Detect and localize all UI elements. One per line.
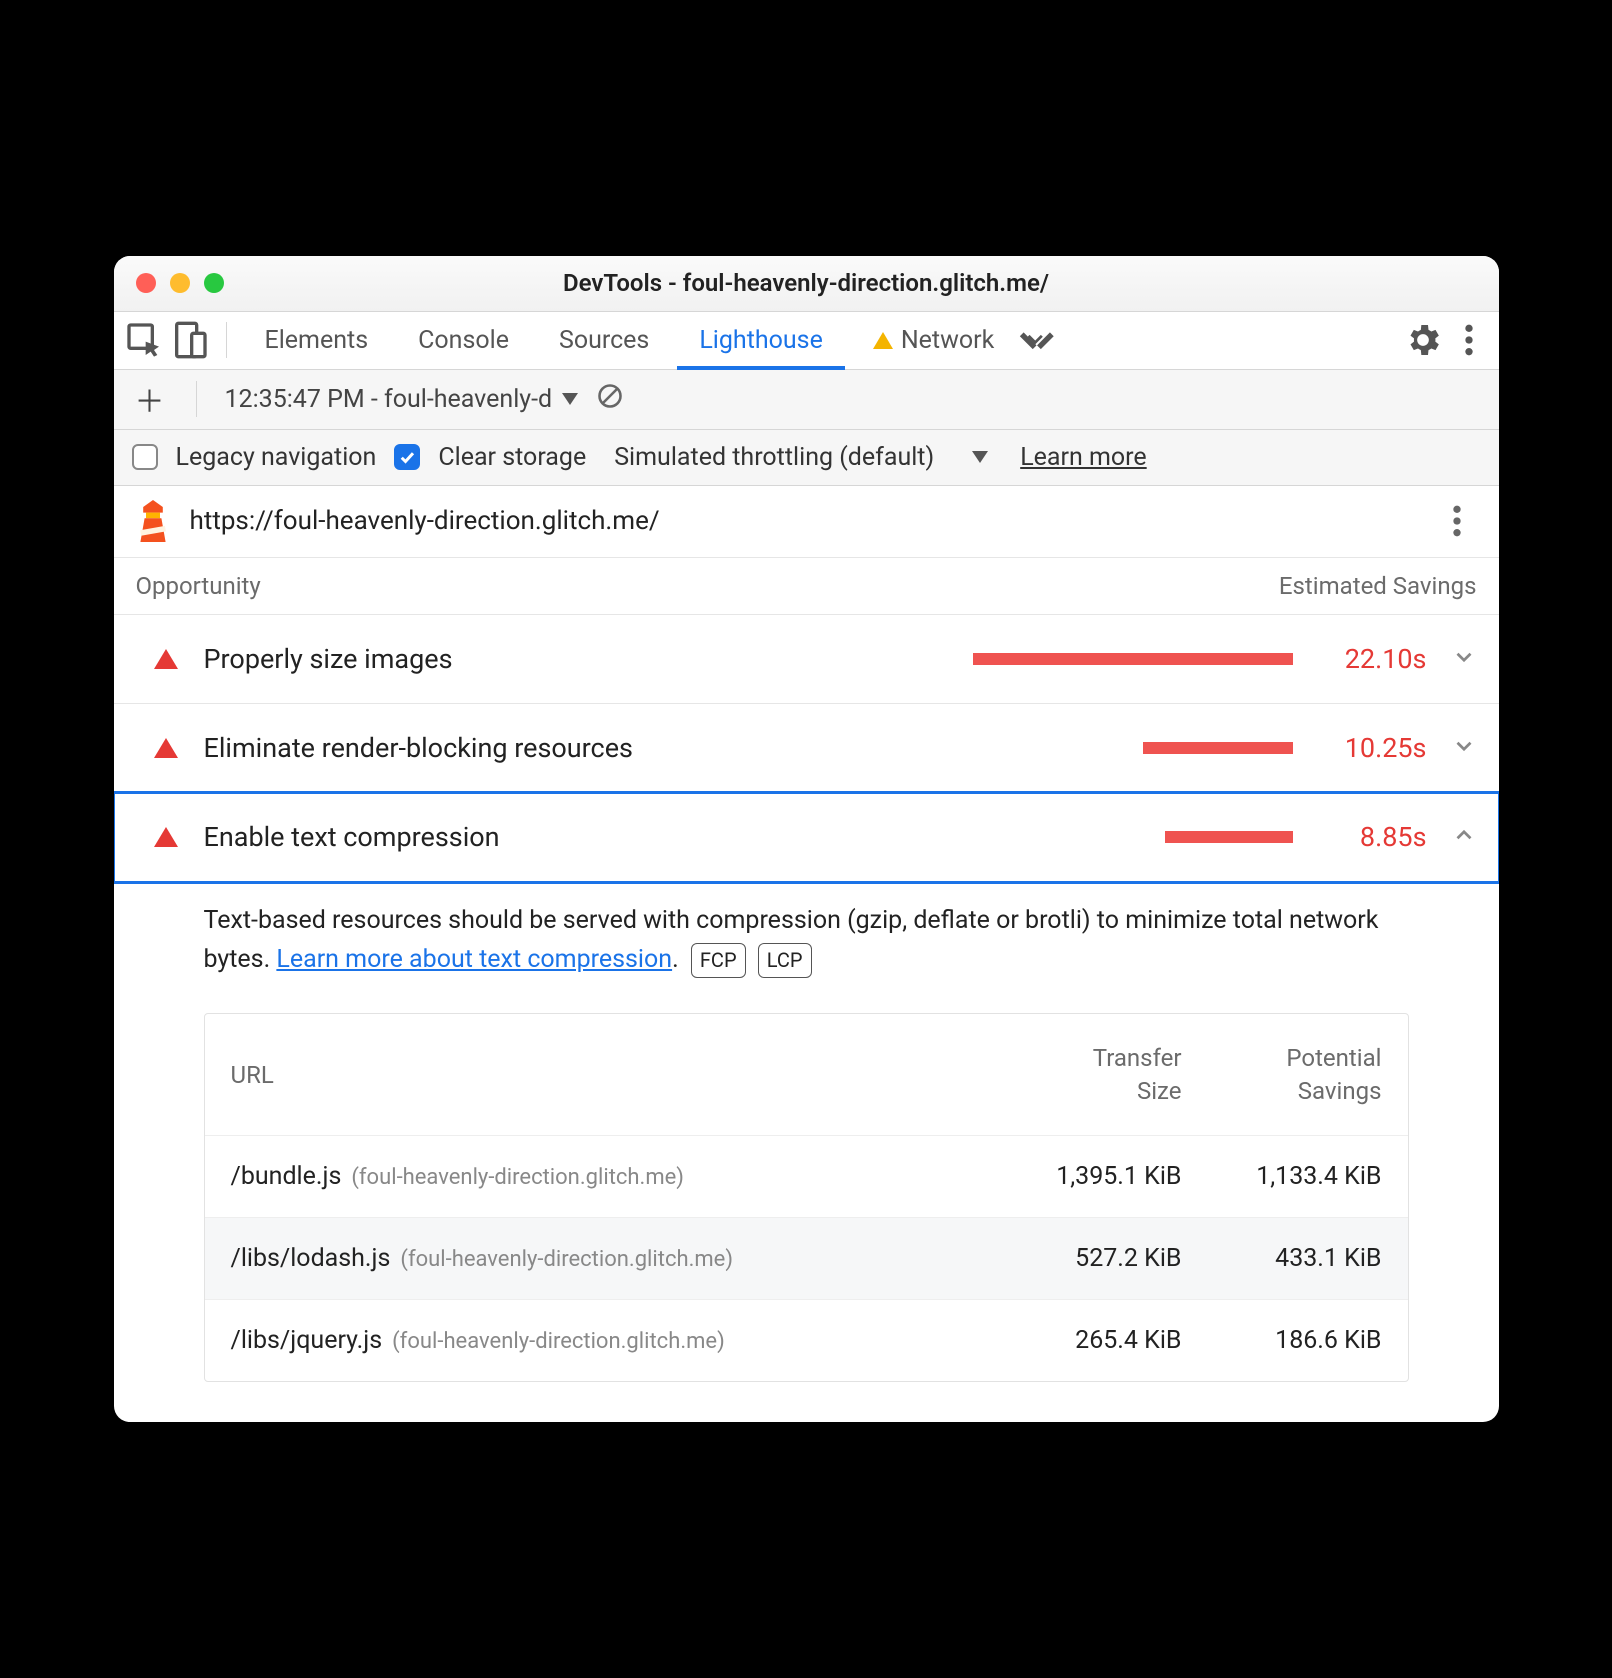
table-row: /libs/lodash.js(foul-heavenly-direction.… [205,1217,1408,1299]
report-dropdown-label: 12:35:47 PM - foul-heavenly-d [225,385,553,414]
opportunity-name: Eliminate render-blocking resources [204,732,633,764]
opportunity-row[interactable]: Eliminate render-blocking resources 10.25… [114,704,1499,793]
window-controls [136,273,224,293]
maximize-window-button[interactable] [204,273,224,293]
col-savings: PotentialSavings [1182,1042,1382,1107]
compression-table: URL TransferSize PotentialSavings /bundl… [204,1013,1409,1382]
devtools-tabs: Elements Console Sources Lighthouse Netw… [114,312,1499,370]
opportunity-row[interactable]: Properly size images 22.10s [114,615,1499,704]
metric-badge-lcp: LCP [758,943,812,978]
opportunity-description: Text-based resources should be served wi… [114,882,1499,990]
close-window-button[interactable] [136,273,156,293]
table-row: /libs/jquery.js(foul-heavenly-direction.… [205,1299,1408,1381]
cell-transfer: 527.2 KiB [982,1244,1182,1273]
description-period: . [672,945,679,974]
devtools-window: DevTools - foul-heavenly-direction.glitc… [114,256,1499,1422]
cell-transfer: 1,395.1 KiB [982,1162,1182,1191]
fail-triangle-icon [154,649,178,669]
table-row: /bundle.js(foul-heavenly-direction.glitc… [205,1135,1408,1217]
opportunity-name: Enable text compression [204,821,500,853]
inspect-element-icon[interactable] [124,320,164,360]
legacy-navigation-checkbox[interactable] [132,444,158,470]
minimize-window-button[interactable] [170,273,190,293]
opportunity-row[interactable]: Enable text compression 8.85s [114,793,1499,882]
tab-lighthouse[interactable]: Lighthouse [677,312,845,369]
lighthouse-toolbar: ＋ 12:35:47 PM - foul-heavenly-d [114,370,1499,430]
cell-url: /libs/lodash.js(foul-heavenly-direction.… [231,1244,982,1273]
tab-elements[interactable]: Elements [243,312,391,369]
cell-savings: 186.6 KiB [1182,1326,1382,1355]
window-title: DevTools - foul-heavenly-direction.glitc… [563,269,1049,297]
warning-icon [873,332,893,349]
report-header: https://foul-heavenly-direction.glitch.m… [114,486,1499,558]
savings-bar [1165,831,1293,843]
tab-label: Console [418,326,509,355]
tab-console[interactable]: Console [396,312,531,369]
clear-storage-label: Clear storage [438,443,586,472]
chevron-up-icon[interactable] [1451,822,1477,852]
legacy-navigation-label: Legacy navigation [176,443,377,472]
settings-icon[interactable] [1403,320,1443,360]
chevron-down-icon[interactable] [1451,644,1477,674]
tab-label: Network [901,326,994,355]
cell-transfer: 265.4 KiB [982,1326,1182,1355]
kebab-menu-icon[interactable] [1449,320,1489,360]
tab-label: Sources [559,326,649,355]
description-learn-more-link[interactable]: Learn more about text compression [276,945,672,974]
savings-bar [973,653,1293,665]
device-toolbar-icon[interactable] [170,320,210,360]
cell-savings: 1,133.4 KiB [1182,1162,1382,1191]
metric-badge-fcp: FCP [691,943,746,978]
opportunity-header-right: Estimated Savings [1279,572,1477,600]
lighthouse-icon [136,500,170,542]
throttling-caret-icon[interactable] [972,451,988,463]
more-tabs-icon[interactable] [1022,320,1062,360]
col-transfer: TransferSize [982,1042,1182,1107]
fail-triangle-icon [154,738,178,758]
cell-url: /bundle.js(foul-heavenly-direction.glitc… [231,1162,982,1191]
tab-network[interactable]: Network [851,312,1016,369]
col-url: URL [231,1061,982,1089]
clear-storage-checkbox[interactable] [394,444,420,470]
opportunity-name: Properly size images [204,643,453,675]
report-dropdown[interactable]: 12:35:47 PM - foul-heavenly-d [225,385,579,414]
opportunity-header: Opportunity Estimated Savings [114,558,1499,615]
dropdown-caret-icon [562,393,578,405]
tab-label: Lighthouse [699,326,823,355]
tab-sources[interactable]: Sources [537,312,671,369]
cell-savings: 433.1 KiB [1182,1244,1382,1273]
new-report-button[interactable]: ＋ [132,381,168,417]
chevron-down-icon[interactable] [1451,733,1477,763]
separator [196,381,197,417]
report-menu-icon[interactable] [1437,501,1477,541]
learn-more-link[interactable]: Learn more [1020,443,1146,472]
throttling-label: Simulated throttling (default) [614,443,934,472]
savings-bar [1143,742,1293,754]
table-header: URL TransferSize PotentialSavings [205,1014,1408,1135]
savings-seconds: 8.85s [1317,821,1427,853]
opportunity-header-left: Opportunity [136,572,261,600]
savings-seconds: 10.25s [1317,732,1427,764]
separator [226,322,227,358]
titlebar: DevTools - foul-heavenly-direction.glitc… [114,256,1499,312]
tab-label: Elements [265,326,369,355]
fail-triangle-icon [154,827,178,847]
cell-url: /libs/jquery.js(foul-heavenly-direction.… [231,1326,982,1355]
report-url: https://foul-heavenly-direction.glitch.m… [190,506,660,536]
clear-report-icon[interactable] [596,382,624,417]
savings-seconds: 22.10s [1317,643,1427,675]
lighthouse-options: Legacy navigation Clear storage Simulate… [114,430,1499,486]
